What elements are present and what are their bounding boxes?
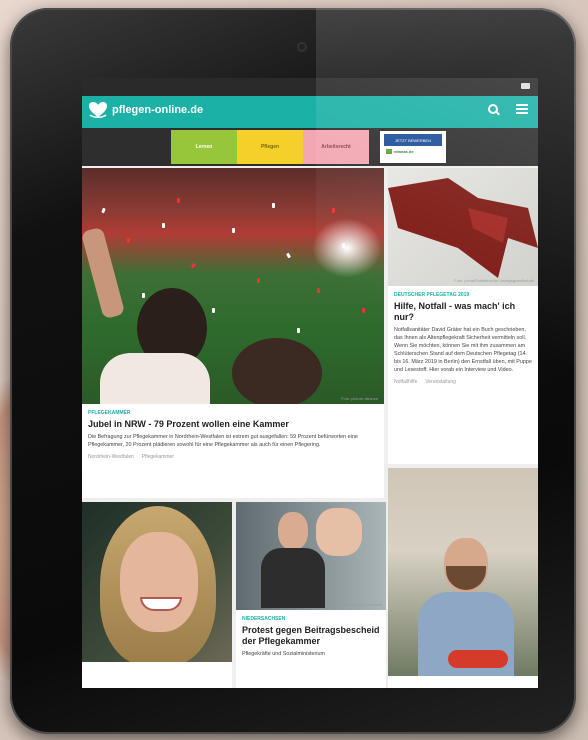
article-title[interactable]: Protest gegen Beitragsbescheid der Pfleg… xyxy=(242,625,380,647)
search-icon[interactable] xyxy=(488,104,498,114)
article-image-man-hand[interactable]: Foto: iStock / wildpixel xyxy=(236,502,386,610)
article-tag[interactable]: Notfallhilfe xyxy=(394,379,417,385)
article-teaser: Notfallsanitäter David Gräter hat ein Bu… xyxy=(394,327,532,373)
category-pflegen[interactable]: Pflegen xyxy=(237,130,303,164)
site-logo[interactable]: pflegen-online.de xyxy=(88,101,203,119)
article-tag[interactable]: Veranstaltung xyxy=(425,379,456,385)
fan-head-2 xyxy=(232,338,322,404)
category-arbeitsrecht[interactable]: Arbeitsrecht xyxy=(303,130,369,164)
brand-leaf-icon xyxy=(386,149,392,154)
article-teaser: Die Befragung zur Pflegekammer in Nordrh… xyxy=(88,434,358,448)
photo-credit: Foto: picture alliance xyxy=(341,396,378,401)
site-header: pflegen-online.de xyxy=(82,96,538,128)
tablet-device: pflegen-online.de Lernen Pflegen Arbeits… xyxy=(10,8,576,734)
category-bar: Lernen Pflegen Arbeitsrecht JETZT BEWERB… xyxy=(82,128,538,166)
battery-icon xyxy=(521,83,530,89)
article-tag[interactable]: Nordrhein-Westfalen xyxy=(88,454,134,460)
article-card-protest[interactable]: Foto: iStock / wildpixel Niedersachsen P… xyxy=(236,502,386,688)
logo-text: pflegen-online.de xyxy=(112,104,204,116)
article-title[interactable]: Jubel in NRW - 79 Prozent wollen eine Ka… xyxy=(88,419,378,430)
status-bar xyxy=(82,78,538,96)
article-image-scarf[interactable]: Foto: privat/Schlütersche Verlagsgesells… xyxy=(388,168,538,286)
article-card-woman[interactable] xyxy=(82,502,232,688)
article-card-main[interactable]: Foto: picture alliance Pflegekammer Jube… xyxy=(82,168,384,498)
ad-banner[interactable]: JETZT BEWERBEN vitanas.de xyxy=(380,131,446,163)
article-image-man[interactable] xyxy=(388,468,538,676)
category-lernen[interactable]: Lernen xyxy=(171,130,237,164)
ad-brand: vitanas.de xyxy=(386,149,440,154)
heart-hands-icon xyxy=(88,101,108,119)
article-card-side[interactable]: Foto: privat/Schlütersche Verlagsgesells… xyxy=(388,168,538,464)
article-kicker: Deutscher Pflegetag 2019 xyxy=(394,292,470,298)
article-teaser: Pflegekräfte und Sozialministerium xyxy=(242,651,325,657)
article-title[interactable]: Hilfe, Notfall - was mach' ich nur? xyxy=(394,301,532,323)
ad-brand-text: vitanas.de xyxy=(394,149,414,154)
raised-arm xyxy=(82,226,126,320)
article-image-stadium[interactable]: Foto: picture alliance xyxy=(82,168,384,404)
photo-credit: Foto: privat/Schlütersche Verlagsgesells… xyxy=(454,278,534,283)
menu-icon[interactable] xyxy=(516,104,528,114)
tablet-screen: pflegen-online.de Lernen Pflegen Arbeits… xyxy=(82,78,538,688)
photo-credit: Foto: iStock / wildpixel xyxy=(342,602,382,607)
article-tag[interactable]: Pflegekammer xyxy=(142,454,174,460)
article-kicker: Pflegekammer xyxy=(88,410,131,416)
article-card-man[interactable] xyxy=(388,468,538,688)
article-image-woman[interactable] xyxy=(82,502,232,662)
ad-apply-button[interactable]: JETZT BEWERBEN xyxy=(384,134,442,146)
front-camera xyxy=(297,42,307,52)
article-kicker: Niedersachsen xyxy=(242,616,286,622)
